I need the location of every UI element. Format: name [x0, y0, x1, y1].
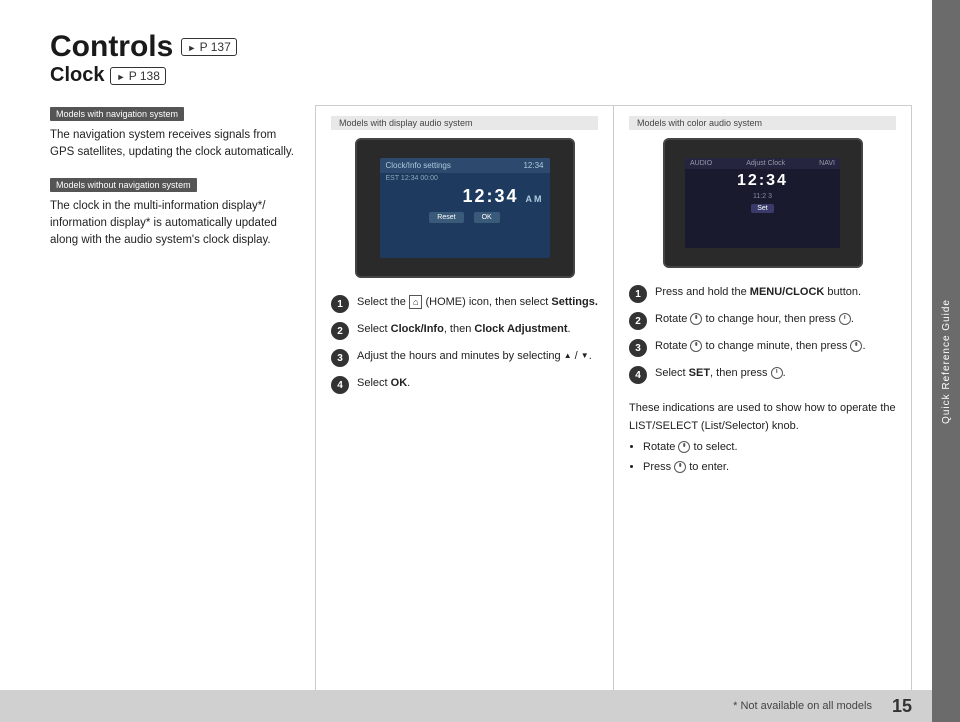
screen2-set-btn: Set: [751, 204, 774, 213]
model-desc-nav: The navigation system receives signals f…: [50, 127, 300, 162]
step-text-4: Select OK.: [357, 375, 410, 392]
step-item: 2 Rotate to change hour, then press .: [629, 311, 896, 330]
info-text: These indications are used to show how t…: [629, 402, 896, 432]
step-text-r3: Rotate to change minute, then press .: [655, 338, 866, 355]
page-title: Controls ► P 137: [50, 30, 912, 64]
screen-buttons: Reset OK: [380, 209, 550, 226]
up-arrow-icon: ▲: [564, 352, 572, 360]
subtitle: Clock ► P 138: [50, 64, 912, 87]
title-ref: ► P 137: [181, 38, 236, 56]
screen-header-time: 12:34: [523, 161, 543, 170]
step-num-1: 1: [331, 295, 349, 313]
info-bullet-2: Press to enter.: [643, 459, 896, 477]
subtitle-ref: ► P 138: [110, 67, 165, 85]
step-text-r2: Rotate to change hour, then press .: [655, 311, 854, 328]
screen-ampm: AM: [526, 194, 544, 204]
footnote-text: * Not available on all models: [733, 700, 872, 712]
knob-press-icon-r3: [850, 340, 862, 352]
side-tab-label: Quick Reference Guide: [941, 299, 952, 424]
step-text-1: Select the ⌂ (HOME) icon, then select Se…: [357, 294, 598, 311]
display-audio-screen: Clock/Info settings 12:34 EST 12:34 00:0…: [380, 158, 550, 258]
model-tag-nonav: Models without navigation system: [50, 178, 197, 192]
color-audio-screen: AUDIO Adjust Clock NAVI 12:34 11:2 3 Set: [685, 158, 840, 248]
center-steps-list: 1 Select the ⌂ (HOME) icon, then select …: [331, 294, 598, 402]
screen-header: Clock/Info settings 12:34: [380, 158, 550, 173]
step-item: 4 Select OK.: [331, 375, 598, 394]
right-section-label: Models with color audio system: [629, 116, 896, 130]
title-section: Controls ► P 137 Clock ► P 138: [50, 30, 912, 99]
title-ref-arrow: ►: [187, 43, 196, 53]
step-num-r3: 3: [629, 339, 647, 357]
title-text: Controls: [50, 30, 173, 64]
step-item: 3 Adjust the hours and minutes by select…: [331, 348, 598, 367]
step-num-3: 3: [331, 349, 349, 367]
center-column: Models with display audio system Clock/I…: [315, 105, 614, 702]
step-num-r2: 2: [629, 312, 647, 330]
page-number: 15: [892, 696, 912, 717]
screen-time-big: 12:34 AM: [380, 184, 550, 209]
step-item: 1 Select the ⌂ (HOME) icon, then select …: [331, 294, 598, 313]
knob-icon-bullet1: [678, 441, 690, 453]
knob-icon-r2: [690, 313, 702, 325]
subtitle-text: Clock: [50, 64, 104, 87]
screen-reset-btn: Reset: [429, 212, 463, 223]
info-bullet-1: Rotate to select.: [643, 439, 896, 457]
info-box: These indications are used to show how t…: [629, 400, 896, 478]
step-item: 2 Select Clock/Info, then Clock Adjustme…: [331, 321, 598, 340]
screen-row1: EST 12:34 00:00: [380, 173, 550, 184]
step-num-2: 2: [331, 322, 349, 340]
color-audio-device: AUDIO Adjust Clock NAVI 12:34 11:2 3 Set: [663, 138, 863, 268]
screen2-row: 11:2 3: [685, 191, 840, 202]
main-content: Controls ► P 137 Clock ► P 138 Models wi…: [0, 0, 932, 722]
home-icon: ⌂: [409, 295, 422, 309]
screen2-time: 12:34: [685, 169, 840, 191]
step-item: 3 Rotate to change minute, then press .: [629, 338, 896, 357]
step-text-r1: Press and hold the MENU/CLOCK button.: [655, 284, 861, 301]
knob-press-icon-r2: [839, 313, 851, 325]
screen2-header: AUDIO Adjust Clock NAVI: [685, 158, 840, 169]
step-item: 1 Press and hold the MENU/CLOCK button.: [629, 284, 896, 303]
knob-press-icon-r4: [771, 367, 783, 379]
right-steps-list: 1 Press and hold the MENU/CLOCK button. …: [629, 284, 896, 392]
model-tag-nav: Models with navigation system: [50, 107, 184, 121]
subtitle-ref-arrow: ►: [116, 72, 125, 82]
step-num-r4: 4: [629, 366, 647, 384]
center-section-label: Models with display audio system: [331, 116, 598, 130]
step-num-r1: 1: [629, 285, 647, 303]
knob-icon-bullet2: [674, 461, 686, 473]
step-text-3: Adjust the hours and minutes by selectin…: [357, 348, 592, 365]
left-column: Models with navigation system The naviga…: [50, 105, 315, 702]
screen-header-text: Clock/Info settings: [386, 161, 451, 170]
step-num-4: 4: [331, 376, 349, 394]
info-bullets: Rotate to select. Press to enter.: [643, 439, 896, 476]
step-item: 4 Select SET, then press .: [629, 365, 896, 384]
side-tab: Quick Reference Guide: [932, 0, 960, 722]
right-column: Models with color audio system AUDIO Adj…: [614, 105, 912, 702]
screen-ok-btn: OK: [474, 212, 500, 223]
step-text-2: Select Clock/Info, then Clock Adjustment…: [357, 321, 571, 338]
knob-icon-r3: [690, 340, 702, 352]
content-area: Models with navigation system The naviga…: [50, 105, 912, 702]
bottom-bar: * Not available on all models 15: [0, 690, 932, 722]
step-text-r4: Select SET, then press .: [655, 365, 786, 382]
model-desc-nonav: The clock in the multi-information displ…: [50, 198, 300, 250]
down-arrow-icon: ▼: [581, 352, 589, 360]
display-audio-device: Clock/Info settings 12:34 EST 12:34 00:0…: [355, 138, 575, 278]
